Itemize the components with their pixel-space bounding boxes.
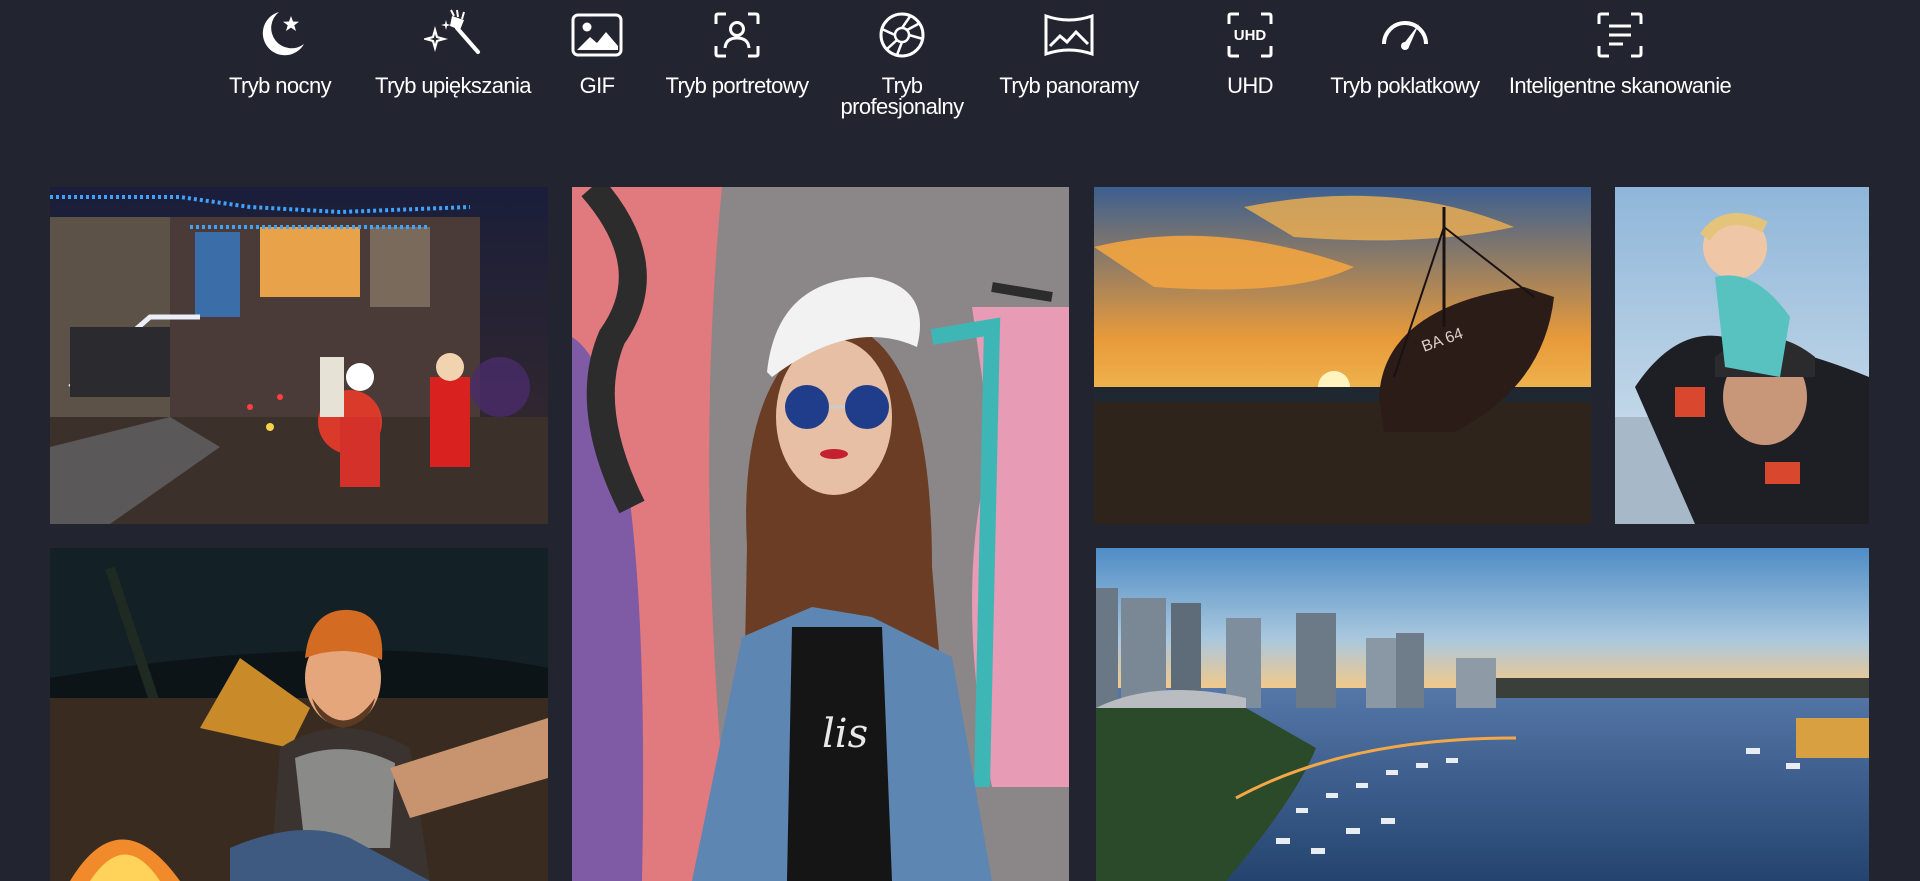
- mode-showcase-page: Tryb nocny Tryb upiększania GIF Tryb por…: [0, 0, 1920, 881]
- svg-text:lis: lis: [822, 711, 868, 757]
- mode-panorama[interactable]: Tryb panoramy: [969, 0, 1169, 135]
- moon-star-icon: [251, 6, 309, 64]
- portrait-frame-icon: [708, 6, 766, 64]
- mode-label: Tryb panoramy: [999, 73, 1139, 98]
- svg-text:UHD: UHD: [1234, 27, 1267, 44]
- uhd-icon: UHD: [1221, 6, 1279, 64]
- ship-sunset-photo: BA 64: [1094, 187, 1591, 524]
- mode-label: Tryb poklatkowy: [1330, 73, 1480, 98]
- panorama-icon: [1040, 6, 1098, 64]
- father-child-photo: [1615, 187, 1869, 524]
- document-scan-icon: [1591, 6, 1649, 64]
- christmas-house-photo: [50, 187, 548, 524]
- speedometer-icon: [1376, 6, 1434, 64]
- mode-label: Tryb nocny: [228, 73, 332, 98]
- graffiti-portrait-photo: lis: [572, 187, 1069, 881]
- aperture-icon: [873, 6, 931, 64]
- mode-smart-scan[interactable]: Inteligentne skanowanie: [1487, 0, 1753, 135]
- camera-modes-row: Tryb nocny Tryb upiększania GIF Tryb por…: [0, 0, 1920, 140]
- mode-timelapse[interactable]: Tryb poklatkowy: [1305, 0, 1505, 135]
- magic-brush-icon: [424, 6, 482, 64]
- mode-label: Inteligentne skanowanie: [1508, 73, 1732, 98]
- harbor-city-photo: [1096, 548, 1869, 881]
- image-icon: [568, 6, 626, 64]
- mode-night[interactable]: Tryb nocny: [180, 0, 380, 135]
- campfire-selfie-photo: [50, 548, 548, 881]
